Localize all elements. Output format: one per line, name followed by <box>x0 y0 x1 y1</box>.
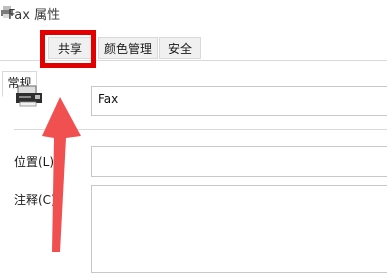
location-field[interactable] <box>91 146 387 177</box>
location-label: 位置(L) <box>14 155 55 169</box>
tab-color-management[interactable]: 颜色管理 <box>98 37 158 59</box>
sharing-tab-highlight <box>40 30 96 68</box>
comment-field[interactable] <box>91 185 387 273</box>
window-title: Fax 属性 <box>8 8 61 23</box>
separator <box>14 129 387 130</box>
tab-security[interactable]: 安全 <box>159 37 201 59</box>
title-bar: Fax 属性 <box>0 0 387 30</box>
fax-printer-icon <box>16 85 42 107</box>
comment-label: 注释(C) <box>14 193 56 207</box>
printer-name-field[interactable]: Fax <box>91 86 387 116</box>
